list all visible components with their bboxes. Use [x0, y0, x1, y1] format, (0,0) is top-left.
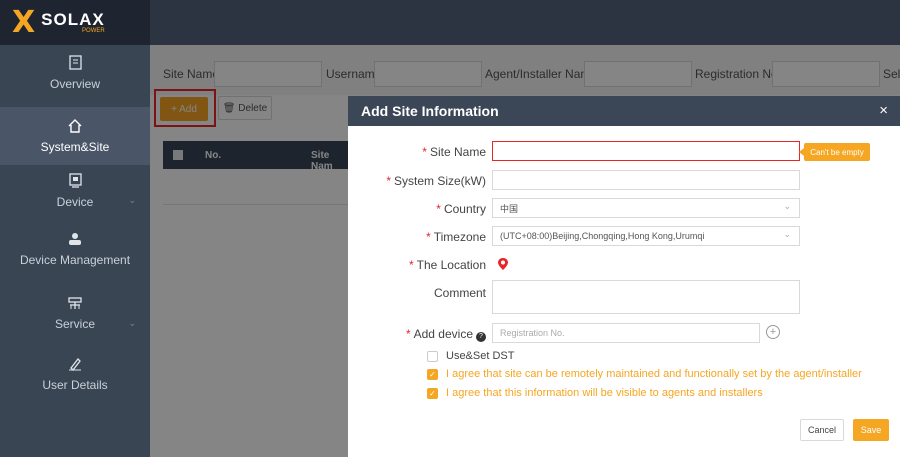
sidebar-item-label: Service: [54, 317, 95, 331]
country-label: * Country: [436, 202, 486, 216]
logo-subtitle: POWER: [82, 28, 105, 34]
agree-visible-checkbox[interactable]: ✓: [427, 387, 438, 399]
dst-checkbox[interactable]: [427, 350, 438, 362]
home-icon: [68, 119, 82, 136]
comment-textarea[interactable]: [492, 280, 800, 314]
add-site-dialog: Add Site Information × * Site Name Can't …: [348, 96, 900, 457]
system-size-input[interactable]: [492, 170, 800, 190]
agree-visible-label: I agree that this information will be vi…: [446, 387, 763, 399]
sidebar-item-user-details[interactable]: User Details: [0, 357, 150, 409]
add-device-label: * Add device?: [406, 327, 486, 342]
sidebar-item-system-site[interactable]: System&Site: [0, 107, 150, 165]
overview-icon: [68, 55, 82, 73]
sidebar-item-device-management[interactable]: Device Management: [0, 232, 150, 284]
sidebar-item-label: System&Site: [40, 140, 110, 154]
sidebar-item-label: User Details: [42, 378, 108, 392]
save-button[interactable]: Save: [853, 419, 889, 441]
sidebar-item-service[interactable]: Service ⌄: [0, 296, 150, 348]
dst-label: Use&Set DST: [446, 350, 515, 362]
sidebar-item-overview[interactable]: Overview: [0, 55, 150, 107]
chevron-down-icon: ⌄: [783, 201, 791, 211]
chevron-down-icon: ⌄: [783, 229, 791, 239]
sidebar-item-label: Device Management: [19, 253, 131, 267]
sidebar-item-label: Overview: [49, 77, 100, 91]
location-label: * The Location: [408, 258, 486, 272]
sidebar-item-label: Device: [56, 195, 94, 209]
country-value: 中国: [500, 203, 519, 214]
agree-remote-row[interactable]: ✓ I agree that site can be remotely main…: [427, 368, 862, 380]
help-icon: ?: [476, 332, 486, 342]
chevron-down-icon: ⌄: [128, 195, 136, 205]
error-tooltip: Can't be empty: [799, 143, 870, 161]
sidebar-item-device[interactable]: Device ⌄: [0, 173, 150, 225]
device-icon: [68, 173, 82, 191]
close-icon[interactable]: ×: [879, 102, 888, 119]
top-bar: X SOLAX POWER: [0, 0, 900, 45]
dialog-header: Add Site Information ×: [348, 96, 900, 126]
pencil-icon: [68, 357, 82, 374]
site-name-input[interactable]: [492, 141, 800, 161]
add-device-plus-icon[interactable]: +: [766, 325, 780, 339]
logo-wordmark: SOLAX: [41, 10, 105, 29]
system-size-label: * System Size(kW): [386, 174, 486, 188]
user-group-icon: [68, 232, 82, 249]
timezone-value: (UTC+08:00)Beijing,Chongqing,Hong Kong,U…: [500, 231, 705, 241]
dialog-title: Add Site Information: [361, 103, 499, 119]
chevron-down-icon: ⌄: [128, 318, 136, 328]
solax-logo: X SOLAX POWER: [0, 0, 150, 45]
comment-label: Comment: [433, 286, 486, 300]
agree-remote-checkbox[interactable]: ✓: [427, 368, 438, 380]
country-select[interactable]: 中国 ⌄: [492, 198, 800, 218]
site-name-label: * Site Name: [422, 145, 486, 159]
registration-no-input[interactable]: Registration No.: [492, 323, 760, 343]
dst-checkbox-row[interactable]: Use&Set DST: [427, 350, 514, 362]
cancel-button[interactable]: Cancel: [800, 419, 844, 441]
logo-mark: X: [12, 4, 36, 40]
location-pin-icon[interactable]: [496, 257, 510, 271]
timezone-label: * Timezone: [426, 230, 486, 244]
agree-remote-label: I agree that site can be remotely mainta…: [446, 368, 862, 380]
service-icon: [68, 296, 82, 313]
agree-visible-row[interactable]: ✓ I agree that this information will be …: [427, 387, 763, 399]
timezone-select[interactable]: (UTC+08:00)Beijing,Chongqing,Hong Kong,U…: [492, 226, 800, 246]
registration-placeholder: Registration No.: [500, 328, 565, 338]
sidebar: Overview System&Site Device ⌄ Device Man…: [0, 45, 150, 457]
